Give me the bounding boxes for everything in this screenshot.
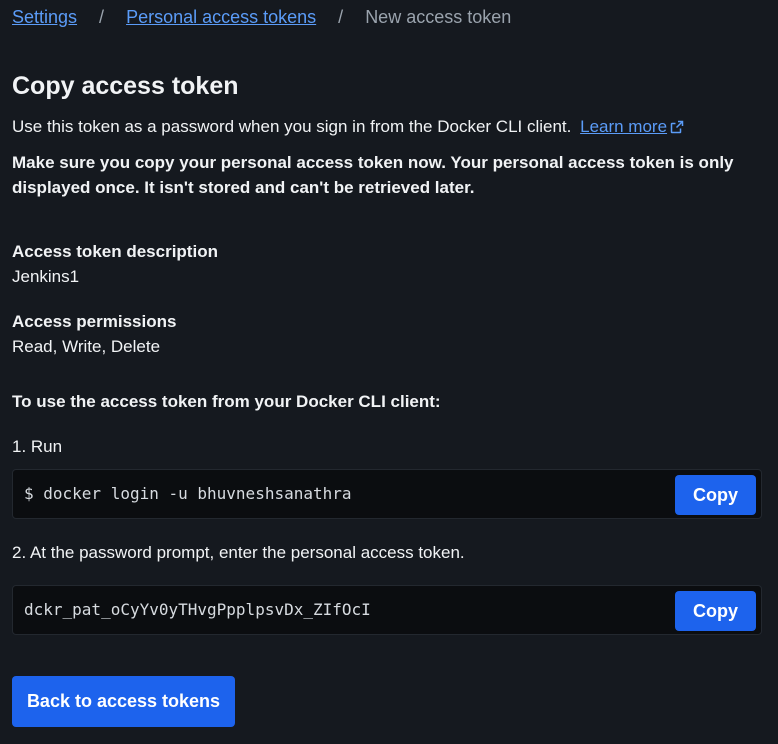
access-permissions-label: Access permissions bbox=[12, 312, 177, 331]
page-title: Copy access token bbox=[12, 72, 239, 100]
token-description-value: Jenkins1 bbox=[12, 267, 80, 286]
breadcrumb-settings-link[interactable]: Settings bbox=[12, 6, 77, 28]
breadcrumb-personal-access-tokens-link[interactable]: Personal access tokens bbox=[126, 6, 316, 28]
access-permissions-value: Read, Write, Delete bbox=[12, 337, 161, 356]
breadcrumb: Settings / Personal access tokens / New … bbox=[12, 6, 511, 28]
intro-sentence: Use this token as a password when you si… bbox=[12, 117, 572, 136]
external-link-icon bbox=[670, 120, 684, 134]
access-token-value[interactable]: dckr_pat_oCyYv0yTHvgPpplpsvDx_ZIfOcI bbox=[24, 599, 371, 621]
token-box: dckr_pat_oCyYv0yTHvgPpplpsvDx_ZIfOcI Cop… bbox=[12, 585, 762, 635]
copy-token-button[interactable]: Copy bbox=[675, 591, 756, 631]
copy-warning: Make sure you copy your personal access … bbox=[12, 153, 734, 197]
breadcrumb-separator: / bbox=[99, 7, 105, 27]
token-description-label: Access token description bbox=[12, 242, 218, 261]
page: Settings / Personal access tokens / New … bbox=[0, 0, 778, 744]
step-2-text: 2. At the password prompt, enter the per… bbox=[12, 543, 465, 562]
login-command-box: $ docker login -u bhuvneshsanathra Copy bbox=[12, 469, 762, 519]
breadcrumb-current: New access token bbox=[365, 7, 512, 27]
learn-more-label: Learn more bbox=[580, 117, 668, 136]
login-command[interactable]: $ docker login -u bhuvneshsanathra bbox=[24, 483, 352, 505]
copy-command-button[interactable]: Copy bbox=[675, 475, 756, 515]
learn-more-link[interactable]: Learn more bbox=[580, 117, 684, 136]
intro-text: Use this token as a password when you si… bbox=[12, 116, 684, 138]
instructions-heading: To use the access token from your Docker… bbox=[12, 392, 441, 411]
step-1-text: 1. Run bbox=[12, 437, 63, 456]
back-to-access-tokens-button[interactable]: Back to access tokens bbox=[12, 676, 235, 727]
breadcrumb-separator: / bbox=[338, 7, 344, 27]
